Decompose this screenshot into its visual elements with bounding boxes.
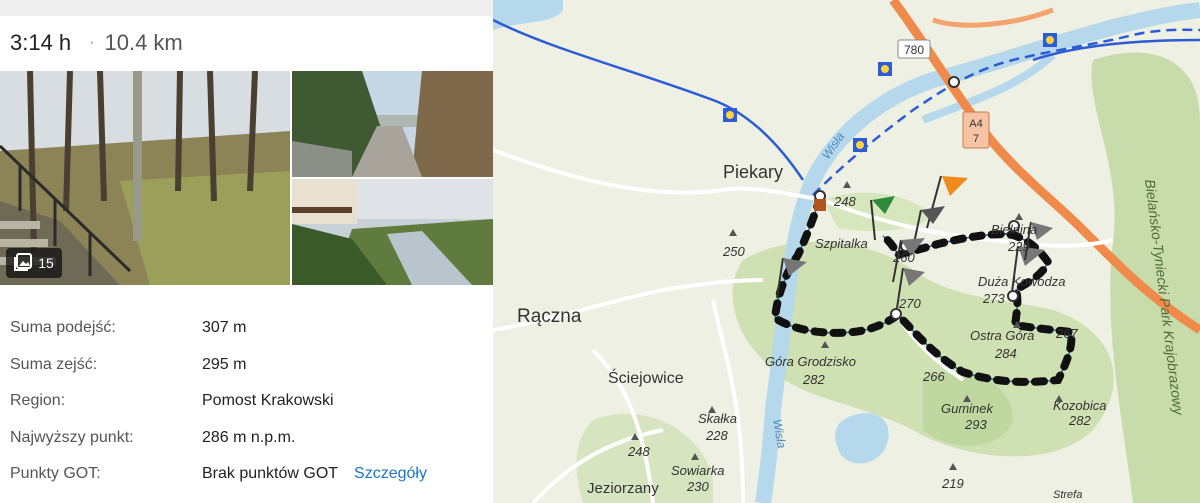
label-duza-kowodza: Duża Kowodza: [978, 274, 1065, 289]
town-sciejowice: Ściejowice: [608, 368, 684, 387]
elev-266: 266: [922, 369, 945, 384]
road-780-shield: 780: [897, 39, 931, 59]
elev-248-a: 248: [833, 194, 856, 209]
route-stats: Suma podejść: 307 m Suma zejść: 295 m Re…: [10, 310, 480, 493]
elev-260: 260: [892, 250, 915, 265]
elev-273: 273: [982, 291, 1005, 306]
route-map[interactable]: 780 A4 7 Piekary Rączna Ściejowice Jezio…: [493, 0, 1200, 503]
town-piekary: Piekary: [723, 162, 783, 182]
route-duration: 3:14 h: [10, 30, 72, 55]
photo-path[interactable]: [292, 71, 493, 177]
a4-label: A4: [969, 118, 982, 130]
elev-228: 228: [705, 428, 728, 443]
stat-highest-point: Najwyższy punkt: 286 m n.p.m.: [10, 420, 480, 457]
stat-region: Region: Pomost Krakowski: [10, 383, 480, 420]
photo-count: 15: [38, 255, 54, 271]
stat-value: Pomost Krakowski: [202, 392, 334, 410]
label-guminek: Guminek: [941, 401, 995, 416]
route-details-panel: 3:14 h · 10.4 km 15 Suma podejść: 307 m …: [0, 0, 493, 503]
a4-exit-label: 7: [973, 133, 979, 145]
route-distance: 10.4 km: [104, 30, 183, 55]
a4-shield: A4 7: [962, 111, 990, 149]
elev-282-b: 282: [1068, 413, 1091, 428]
photo-main[interactable]: 15: [0, 71, 290, 285]
elev-229: 229: [1007, 239, 1030, 254]
label-bielnina: Bielnina: [991, 222, 1037, 237]
label-gora-grodzisko: Góra Grodzisko: [765, 354, 856, 369]
elev-293: 293: [964, 417, 987, 432]
summary-separator: ·: [89, 34, 95, 51]
label-skalka: Skałka: [698, 411, 737, 426]
label-szpitalka: Szpitalka: [815, 236, 868, 251]
elev-267: 267: [1055, 326, 1078, 341]
label-sowiarka: Sowiarka: [671, 463, 724, 478]
stat-label: Najwyższy punkt:: [10, 428, 134, 446]
elev-230: 230: [686, 479, 709, 494]
stat-label: Suma podejść:: [10, 319, 116, 337]
label-kozobica: Kozobica: [1053, 398, 1106, 413]
details-link[interactable]: Szczegóły: [354, 465, 427, 483]
photo-gallery-icon: [14, 252, 33, 274]
area-strefa: Strefa: [1053, 489, 1082, 501]
elev-270: 270: [898, 296, 921, 311]
stat-value: 295 m: [202, 355, 247, 373]
start-marker-icon: [814, 199, 826, 211]
stat-label: Suma zejść:: [10, 355, 98, 373]
stat-label: Punkty GOT:: [10, 465, 101, 483]
town-jeziorzany: Jeziorzany: [587, 480, 659, 497]
stat-label: Region:: [10, 392, 66, 410]
stat-got-points: Punkty GOT: Brak punktów GOT Szczegóły: [10, 456, 480, 493]
elev-219: 219: [941, 476, 964, 491]
stat-value: 286 m n.p.m.: [202, 428, 296, 446]
route-summary: 3:14 h · 10.4 km: [10, 30, 183, 56]
photo-gallery[interactable]: 15: [0, 71, 493, 285]
elev-248-b: 248: [627, 444, 650, 459]
stat-ascent: Suma podejść: 307 m: [10, 310, 480, 347]
elev-250: 250: [722, 244, 745, 259]
stat-value: Brak punktów GOT: [202, 465, 339, 483]
label-ostra-gora: Ostra Góra: [970, 328, 1034, 343]
photo-count-badge[interactable]: 15: [6, 248, 62, 278]
map-canvas[interactable]: 780 A4 7 Piekary Rączna Ściejowice Jezio…: [493, 0, 1200, 503]
road-780-label: 780: [904, 43, 924, 57]
town-raczna: Rączna: [517, 306, 582, 327]
panel-top-strip: [0, 0, 493, 16]
elev-282-a: 282: [802, 372, 825, 387]
photo-river[interactable]: [292, 179, 493, 285]
stat-descent: Suma zejść: 295 m: [10, 347, 480, 384]
elev-284: 284: [994, 346, 1017, 361]
stat-value: 307 m: [202, 319, 247, 337]
